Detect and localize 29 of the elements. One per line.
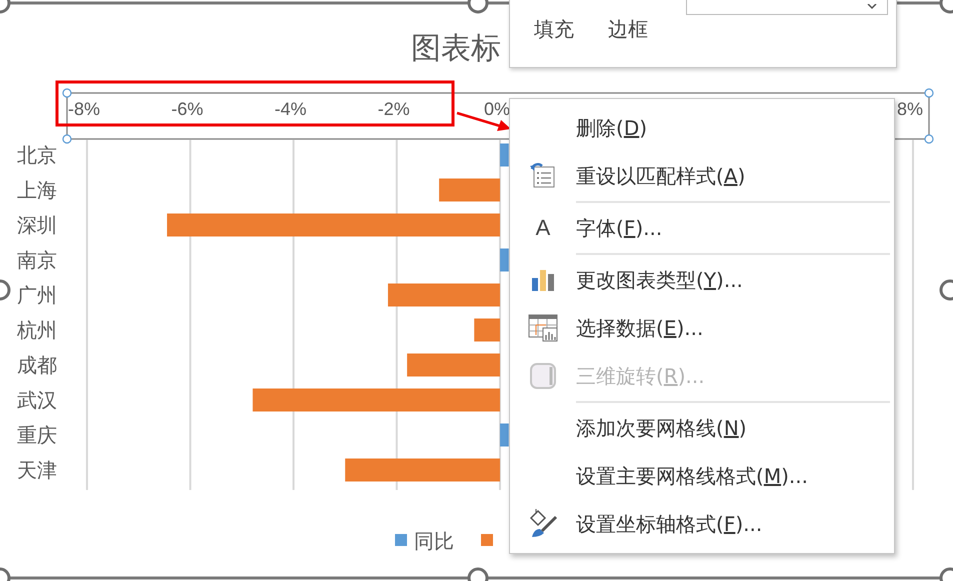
legend-label: 同比 (414, 529, 454, 553)
category-label: 上海 (17, 178, 57, 202)
chart-title: 图表标 (411, 31, 501, 66)
menu-item[interactable]: 字体(F)... (576, 210, 662, 246)
font-icon: A (536, 215, 550, 241)
category-label: 杭州 (17, 318, 57, 342)
category-label: 北京 (17, 143, 57, 167)
menu-item[interactable]: 更改图表类型(Y)... (576, 262, 743, 298)
category-label: 深圳 (17, 213, 57, 237)
menu-item[interactable]: 设置主要网格线格式(M)... (576, 458, 808, 494)
toolbar-button[interactable]: 边框 (596, 15, 660, 43)
axis-tick-label: 8% (897, 99, 923, 119)
menu-item[interactable]: 设置坐标轴格式(F)... (576, 506, 762, 542)
menu-item[interactable]: 添加次要网格线(N) (576, 410, 747, 446)
category-label: 重庆 (17, 423, 57, 447)
menu-item[interactable]: 重设以匹配样式(A) (576, 158, 746, 194)
axis-tick-label: -2% (378, 99, 410, 119)
axis-tick-label: -6% (171, 99, 204, 119)
axis-tick-label: -4% (274, 99, 306, 119)
category-label: 成都 (17, 353, 57, 377)
toolbar-button[interactable]: 填充 (522, 15, 586, 43)
axis-tick-label: 0% (484, 99, 510, 119)
menu-item[interactable]: 选择数据(E)... (576, 310, 704, 346)
category-label: 武汉 (17, 388, 57, 412)
category-label: 广州 (17, 283, 57, 307)
menu-item[interactable]: 删除(D) (576, 110, 648, 146)
category-label: 南京 (17, 248, 57, 272)
axis-tick-label: -8% (68, 99, 100, 119)
category-label: 天津 (17, 458, 57, 482)
